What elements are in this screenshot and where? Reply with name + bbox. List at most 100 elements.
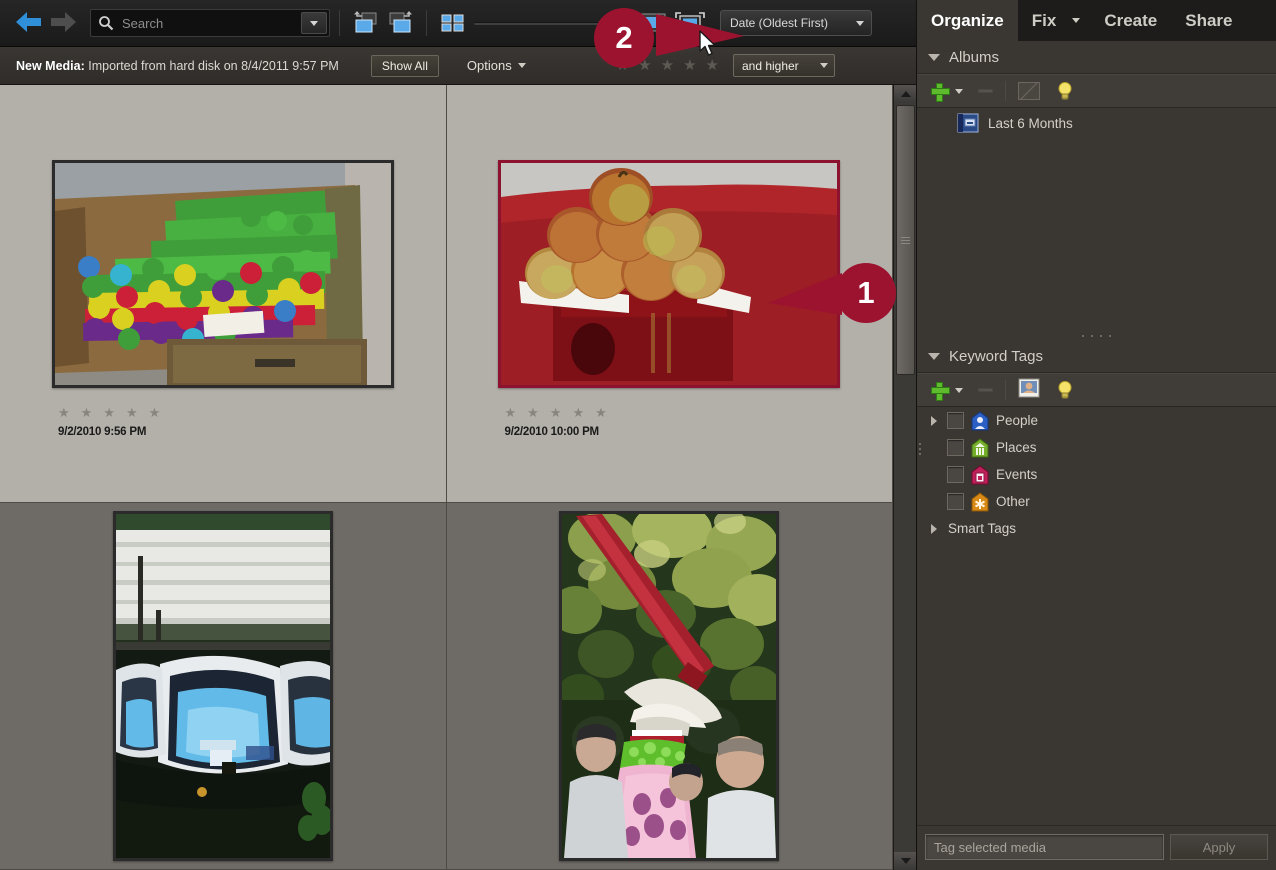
photo-meta-1: ★ ★ ★ ★ ★ 9/2/2010 9:56 PM xyxy=(58,406,160,438)
photo-thumbnail-4[interactable] xyxy=(559,511,780,861)
toolbar-divider xyxy=(1005,81,1006,101)
search-dropdown-button[interactable] xyxy=(301,12,327,34)
new-media-label: New Media: xyxy=(16,58,85,73)
fix-dropdown-button[interactable] xyxy=(1070,0,1090,41)
people-tag-icon xyxy=(971,410,989,431)
chevron-down-icon[interactable] xyxy=(955,88,963,94)
options-menu-button[interactable]: Options xyxy=(467,58,526,73)
keyword-tag-events[interactable]: Events xyxy=(917,461,1276,488)
photo-thumbnail-1[interactable] xyxy=(51,160,394,388)
show-all-button[interactable]: Show All xyxy=(370,54,439,77)
keyword-checkbox[interactable] xyxy=(947,493,964,510)
apply-tag-button[interactable]: Apply xyxy=(1170,834,1268,860)
grid-view-button[interactable] xyxy=(436,8,470,38)
photo-star-3[interactable]: ★ xyxy=(103,406,115,419)
scrollbar-thumb[interactable] xyxy=(896,105,915,375)
options-label: Options xyxy=(466,58,512,73)
callout-marker-1: 1 xyxy=(768,263,896,323)
search-placeholder-text: Search xyxy=(122,15,164,31)
photo-star-2[interactable]: ★ xyxy=(81,406,93,419)
panel-tabs: Organize Fix Create Share xyxy=(917,0,1276,41)
media-cell-4[interactable] xyxy=(446,503,893,870)
hint-bulb-icon[interactable] xyxy=(1057,81,1073,101)
photo-star-4[interactable]: ★ xyxy=(126,406,138,419)
toolbar-divider xyxy=(339,10,340,36)
keyword-tags-list: People Places Events Other Smart Tags xyxy=(917,407,1276,542)
events-tag-icon xyxy=(971,464,989,485)
media-cell-1[interactable]: ★ ★ ★ ★ ★ 9/2/2010 9:56 PM xyxy=(0,85,447,503)
keyword-tags-section-header[interactable]: Keyword Tags xyxy=(917,340,1276,373)
hint-bulb-icon[interactable] xyxy=(1057,380,1073,400)
search-input[interactable]: Search xyxy=(90,9,330,37)
media-grid-area: ★ ★ ★ ★ ★ 9/2/2010 9:56 PM ★ ★ ★ ★ ★ 9/2… xyxy=(0,85,893,870)
forward-arrow-icon[interactable] xyxy=(48,10,78,36)
photo-star-5[interactable]: ★ xyxy=(595,406,607,419)
album-label: Last 6 Months xyxy=(988,115,1073,131)
scrollbar-grip-icon xyxy=(901,235,910,246)
keyword-label: Places xyxy=(996,440,1037,455)
smart-tags-label: Smart Tags xyxy=(948,521,1017,536)
people-recognition-icon[interactable] xyxy=(1018,378,1040,403)
photo-star-1[interactable]: ★ xyxy=(58,406,70,419)
chevron-down-icon[interactable] xyxy=(955,387,963,393)
media-cell-3[interactable] xyxy=(0,503,447,870)
tagbar-divider xyxy=(917,825,1276,826)
albums-toolbar xyxy=(917,74,1276,108)
tag-selected-media-input[interactable]: Tag selected media xyxy=(925,834,1164,860)
photo-star-5[interactable]: ★ xyxy=(149,406,161,419)
chevron-down-icon xyxy=(819,63,828,68)
keyword-checkbox[interactable] xyxy=(947,466,964,483)
album-icon xyxy=(957,113,979,133)
tab-organize[interactable]: Organize xyxy=(917,0,1018,41)
photo-star-4[interactable]: ★ xyxy=(572,406,584,419)
add-album-icon[interactable] xyxy=(931,82,950,102)
panel-horizontal-grip[interactable] xyxy=(919,440,925,458)
photo-star-3[interactable]: ★ xyxy=(550,406,562,419)
right-panel: Organize Fix Create Share Albums Last 6 … xyxy=(916,0,1276,870)
photo-star-1[interactable]: ★ xyxy=(505,406,517,419)
photo-star-2[interactable]: ★ xyxy=(527,406,539,419)
album-item-last-6-months[interactable]: Last 6 Months xyxy=(917,108,1276,138)
keyword-tag-places[interactable]: Places xyxy=(917,434,1276,461)
panel-splitter[interactable] xyxy=(917,328,1276,340)
photo-date-2: 9/2/2010 10:00 PM xyxy=(504,426,600,438)
add-tag-icon[interactable] xyxy=(931,381,950,401)
keyword-checkbox[interactable] xyxy=(947,439,964,456)
albums-title: Albums xyxy=(949,48,1000,66)
photo-date-1: 9/2/2010 9:56 PM xyxy=(58,426,147,438)
photo-meta-2: ★ ★ ★ ★ ★ 9/2/2010 10:00 PM xyxy=(505,406,607,438)
rotate-left-button[interactable] xyxy=(349,8,383,38)
new-media-status: New Media: Imported from hard disk on 8/… xyxy=(16,59,339,73)
keyword-tag-people[interactable]: People xyxy=(917,407,1276,434)
collapse-triangle-icon[interactable] xyxy=(928,53,940,61)
smart-tags-row[interactable]: Smart Tags xyxy=(917,515,1276,542)
photo-thumbnail-3[interactable] xyxy=(112,511,333,861)
grid-vertical-scrollbar[interactable] xyxy=(893,85,917,870)
expand-triangle-icon[interactable] xyxy=(928,523,940,534)
keyword-tag-other[interactable]: Other xyxy=(917,488,1276,515)
mouse-cursor xyxy=(699,30,719,63)
keyword-tags-title: Keyword Tags xyxy=(949,347,1043,365)
keyword-checkbox[interactable] xyxy=(947,412,964,429)
back-arrow-icon[interactable] xyxy=(14,10,44,36)
chevron-down-icon xyxy=(856,20,864,26)
expand-triangle-icon[interactable] xyxy=(928,415,940,426)
tab-share[interactable]: Share xyxy=(1171,0,1246,41)
tab-create[interactable]: Create xyxy=(1090,0,1171,41)
media-grid: ★ ★ ★ ★ ★ 9/2/2010 9:56 PM ★ ★ ★ ★ ★ 9/2… xyxy=(0,85,893,870)
photo-rating-2[interactable]: ★ ★ ★ ★ ★ xyxy=(505,406,607,419)
places-tag-icon xyxy=(971,437,989,458)
albums-section-header[interactable]: Albums xyxy=(917,41,1276,74)
edit-album-icon[interactable] xyxy=(1018,82,1040,100)
scroll-down-button[interactable] xyxy=(894,852,917,870)
organizer-window: Search Date (Oldest First) New Media: Im… xyxy=(0,0,1276,870)
scroll-up-button[interactable] xyxy=(894,85,917,103)
remove-album-icon[interactable] xyxy=(978,89,993,93)
collapse-triangle-icon[interactable] xyxy=(928,352,940,360)
tab-fix[interactable]: Fix xyxy=(1018,0,1071,41)
photo-rating-1[interactable]: ★ ★ ★ ★ ★ xyxy=(58,406,160,419)
remove-tag-icon[interactable] xyxy=(978,388,993,392)
new-media-bar: New Media: Imported from hard disk on 8/… xyxy=(0,47,916,85)
callout-number-1: 1 xyxy=(836,263,896,323)
rotate-right-button[interactable] xyxy=(383,8,417,38)
